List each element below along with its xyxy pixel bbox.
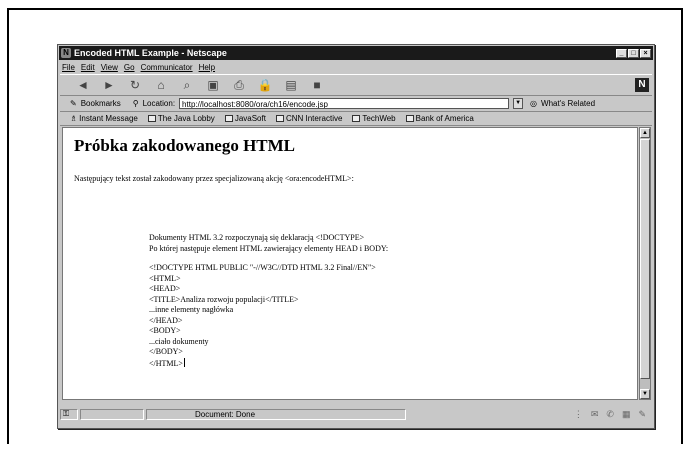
security-lock-icon[interactable]: ⚿: [60, 408, 78, 420]
intro-text: Następujący tekst został zakodowany prze…: [74, 174, 354, 183]
component-bar: ⋮ ✉ ✆ ▦ ✎: [574, 409, 646, 420]
code-line: <HEAD>: [149, 284, 181, 293]
whats-related-button[interactable]: What's Related: [541, 99, 595, 108]
link-javasoft[interactable]: JavaSoft: [224, 114, 266, 123]
code-line: <TITLE>Analiza rozwoju populacji</TITLE>: [149, 294, 299, 304]
link-cnn-interactive[interactable]: CNN Interactive: [275, 114, 343, 123]
scroll-thumb[interactable]: [640, 139, 650, 379]
home-icon[interactable]: ⌂: [152, 77, 170, 93]
personal-toolbar: ♗ Instant Message The Java Lobby JavaSof…: [60, 112, 652, 126]
url-field[interactable]: http://localhost:8080/ora/ch16/encode.js…: [179, 98, 510, 109]
code-line: </BODY>: [149, 347, 183, 356]
scroll-down-icon[interactable]: ▼: [640, 389, 650, 399]
reload-icon[interactable]: ↻: [126, 77, 144, 93]
minimize-button[interactable]: _: [616, 48, 627, 58]
description-line: Po której następuje element HTML zawiera…: [149, 243, 389, 253]
status-bar: ⚿ Document: Done ⋮ ✉ ✆ ▦ ✎: [60, 403, 652, 425]
mail-icon[interactable]: ✉: [591, 409, 599, 420]
location-label: Location:: [142, 99, 176, 108]
bookmark-folder-icon: [275, 115, 284, 122]
composer-icon[interactable]: ✎: [638, 409, 646, 420]
bookmark-folder-icon: [405, 115, 414, 122]
code-line: <HTML>: [149, 273, 181, 283]
description-line: Dokumenty HTML 3.2 rozpoczynają się dekl…: [149, 233, 365, 242]
netscape-app-icon: N: [61, 48, 71, 58]
menu-edit[interactable]: Edit: [81, 63, 95, 72]
description-block: Dokumenty HTML 3.2 rozpoczynają się dekl…: [149, 233, 388, 254]
link-instant-message[interactable]: ♗ Instant Message: [70, 114, 138, 123]
bookmark-folder-icon: [224, 115, 233, 122]
page-content: Próbka zakodowanego HTML Następujący tek…: [62, 127, 638, 400]
link-bank-of-america[interactable]: Bank of America: [405, 114, 474, 123]
status-text: Document: Done: [146, 408, 406, 420]
url-dropdown-icon[interactable]: ▼: [513, 98, 524, 109]
link-label: CNN Interactive: [285, 114, 343, 123]
menu-go[interactable]: Go: [124, 63, 135, 72]
location-bar: ✎ Bookmarks ⚲ Location: http://localhost…: [60, 96, 652, 112]
progress-bar: [80, 408, 144, 420]
encoded-html-block: <!DOCTYPE HTML PUBLIC "-//W3C//DTD HTML …: [149, 263, 376, 369]
code-line: <BODY>: [149, 326, 181, 335]
address-book-icon[interactable]: ▦: [622, 409, 631, 420]
navigation-toolbar: ◄ ► ↻ ⌂ ⌕ ▣ ⎙ 🔒 ▤ ■ N: [60, 74, 652, 96]
my-netscape-icon[interactable]: ▣: [204, 77, 222, 93]
text-cursor: [183, 357, 185, 367]
forward-icon[interactable]: ►: [100, 77, 118, 93]
instant-message-icon: ♗: [70, 114, 78, 123]
search-icon[interactable]: ⌕: [178, 77, 196, 93]
menu-file[interactable]: File: [62, 63, 75, 72]
code-line-last: </HTML>: [149, 357, 376, 370]
netscape-logo-icon: N: [635, 78, 649, 92]
link-label: Instant Message: [79, 114, 138, 123]
browser-window: N Encoded HTML Example - Netscape _ □ × …: [57, 44, 655, 429]
link-java-lobby[interactable]: The Java Lobby: [147, 114, 215, 123]
back-icon[interactable]: ◄: [74, 77, 92, 93]
newsgroups-icon[interactable]: ✆: [606, 409, 614, 420]
title-bar: N Encoded HTML Example - Netscape _ □ ×: [59, 46, 653, 60]
link-label: JavaSoft: [234, 114, 266, 123]
page-title: Próbka zakodowanego HTML: [74, 136, 296, 155]
maximize-button[interactable]: □: [628, 48, 639, 58]
whats-related-icon: ◎: [530, 99, 538, 108]
menu-communicator[interactable]: Communicator: [141, 63, 193, 72]
code-line: ...inne elementy nagłówka: [149, 305, 234, 314]
window-title: Encoded HTML Example - Netscape: [74, 48, 227, 58]
print-icon[interactable]: ⎙: [230, 77, 248, 93]
menu-view[interactable]: View: [101, 63, 118, 72]
code-line: </HEAD>: [149, 315, 183, 325]
link-label: Bank of America: [415, 114, 474, 123]
bookmark-folder-icon: [147, 115, 156, 122]
menu-bar: File Edit View Go Communicator Help: [60, 61, 652, 73]
vertical-scrollbar[interactable]: ▲ ▼: [639, 127, 651, 400]
bookmarks-button[interactable]: Bookmarks: [81, 99, 121, 108]
code-line: </HTML>: [149, 358, 183, 368]
scroll-up-icon[interactable]: ▲: [640, 128, 650, 138]
link-label: The Java Lobby: [157, 114, 215, 123]
link-label: TechWeb: [362, 114, 396, 123]
menu-help[interactable]: Help: [199, 63, 215, 72]
bookmark-folder-icon: [352, 115, 361, 122]
code-line: <!DOCTYPE HTML PUBLIC "-//W3C//DTD HTML …: [149, 263, 376, 272]
security-icon[interactable]: 🔒: [256, 77, 274, 93]
close-button[interactable]: ×: [640, 48, 651, 58]
navigator-icon[interactable]: ⋮: [574, 409, 583, 420]
shop-icon[interactable]: ▤: [282, 77, 300, 93]
bookmarks-icon: ✎: [70, 99, 77, 108]
code-line: ...ciało dokumenty: [149, 336, 209, 346]
location-icon: ⚲: [132, 99, 139, 108]
link-techweb[interactable]: TechWeb: [352, 114, 396, 123]
stop-icon[interactable]: ■: [308, 77, 326, 93]
